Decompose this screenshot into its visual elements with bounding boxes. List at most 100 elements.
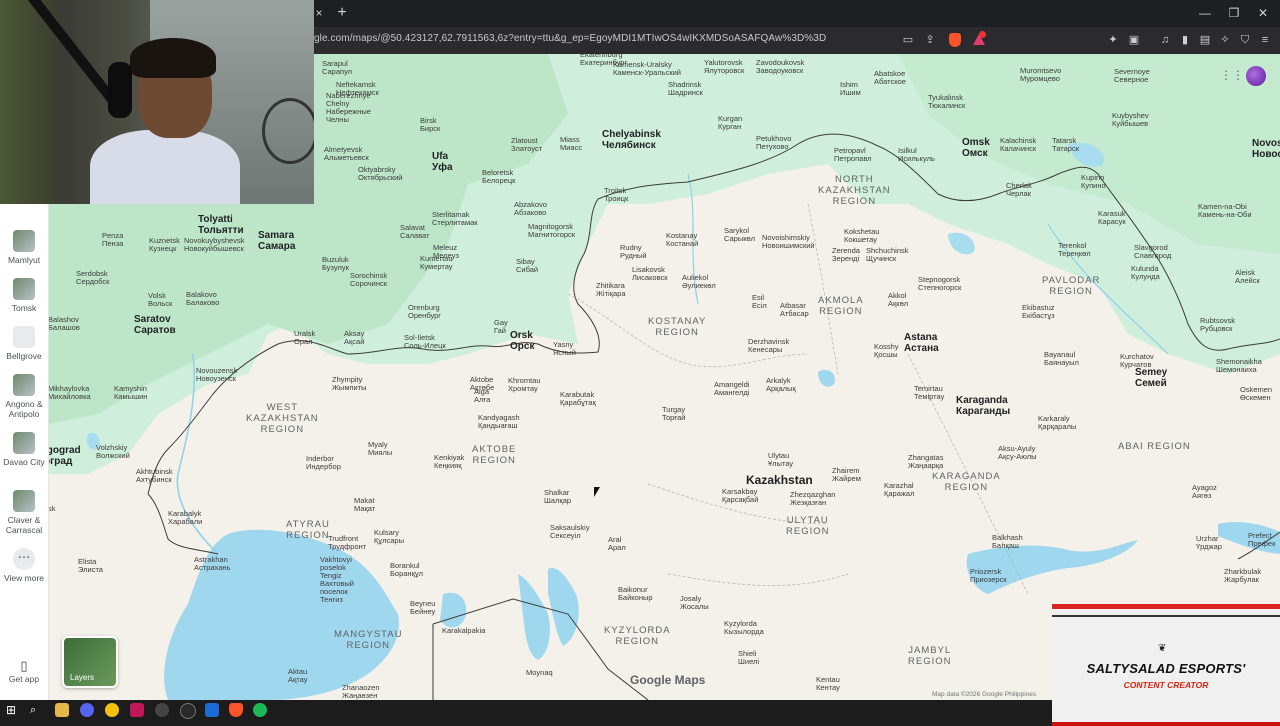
city-label[interactable]: Omsk Омск <box>962 137 990 159</box>
city-label[interactable]: Muromtsevo Муромцево <box>1020 67 1061 83</box>
city-label[interactable]: Aksu-Ayuly Ақсу-Аюлы <box>998 445 1037 461</box>
city-label[interactable]: Zavodoukovsk Заводоуковск <box>756 59 804 75</box>
city-label[interactable]: Yalutorovsk Ялуторовск <box>704 59 744 75</box>
city-label[interactable]: Uralsk Орал <box>294 330 315 346</box>
discord-icon[interactable] <box>80 703 94 717</box>
city-label[interactable]: Saksaulskiy Сексеуіл <box>550 524 590 540</box>
search-icon[interactable]: ⌕ <box>30 703 44 717</box>
city-label[interactable]: Urzhar Үрджар <box>1196 535 1222 551</box>
city-label[interactable]: Turgay Торғай <box>662 406 685 422</box>
city-label[interactable]: Shemonaikha Шемонаиха <box>1216 358 1262 374</box>
city-label[interactable]: Josaly Жосалы <box>680 595 709 611</box>
city-label[interactable]: Abzakovo Абзаково <box>514 201 547 217</box>
city-label[interactable]: Sorochinsk Сорочинск <box>350 272 387 288</box>
city-label[interactable]: Naberezhnye Chelny Набережные Челны <box>326 92 371 124</box>
city-label[interactable]: Chelyabinsk Челябинск <box>602 129 661 151</box>
city-label[interactable]: Astrakhan Астрахань <box>194 556 230 572</box>
steam-icon[interactable] <box>205 703 219 717</box>
city-label[interactable]: Rudny Рудный <box>620 244 647 260</box>
share-icon[interactable]: ⇪ <box>923 33 937 47</box>
city-label[interactable]: Kamyshin Камышин <box>114 385 147 401</box>
sidebar-toggle-icon[interactable]: ▮ <box>1178 33 1192 47</box>
city-label[interactable]: Oskemen Өскемен <box>1240 386 1272 402</box>
city-label[interactable]: Esil Есіл <box>752 294 767 310</box>
city-label[interactable]: Kokshetau Кокшетау <box>844 228 879 244</box>
city-label[interactable]: Ulytau Ұлытау <box>768 452 793 468</box>
city-label[interactable]: Kamen-na-Obi Камень-на-Оби <box>1198 203 1252 219</box>
window-close-button[interactable]: ✕ <box>1254 5 1272 21</box>
city-label[interactable]: Karabutak Қарабұтақ <box>560 391 596 407</box>
city-label[interactable]: Kupino Купино <box>1081 174 1106 190</box>
city-label[interactable]: Ufa Уфа <box>432 151 453 173</box>
spotify-icon[interactable] <box>253 703 267 717</box>
city-label[interactable]: Zlatoust Златоуст <box>511 137 542 153</box>
city-label[interactable]: Sibay Сибай <box>516 258 538 274</box>
new-tab-button[interactable]: + <box>334 4 350 22</box>
sidebar-item-bellgrove[interactable]: Bellgrove <box>0 326 48 361</box>
city-label[interactable]: Myaly Миялы <box>368 441 392 457</box>
avatar[interactable] <box>1246 66 1266 86</box>
city-label[interactable]: Tatarsk Татарск <box>1052 137 1079 153</box>
brave-shields-icon[interactable] <box>949 33 961 47</box>
city-label[interactable]: Sarapul Сарапул <box>322 60 352 76</box>
city-label[interactable]: Severnoye Северное <box>1114 68 1150 84</box>
city-label[interactable]: Kyzylorda Кызылорда <box>724 620 764 636</box>
city-label[interactable]: Aleisk Алейск <box>1235 269 1260 285</box>
city-label[interactable]: Shadrinsk Шадринск <box>668 81 703 97</box>
city-label[interactable]: Makat Мақат <box>354 497 375 513</box>
city-label[interactable]: Sol-Iletsk Соль-Илецк <box>404 334 446 350</box>
city-label[interactable]: Salavat Салават <box>400 224 430 240</box>
city-label[interactable]: Shchuchinsk Щучинск <box>866 247 909 263</box>
city-label[interactable]: Karaganda Караганды <box>956 395 1010 417</box>
file-explorer-icon[interactable] <box>55 703 69 717</box>
city-label[interactable]: Kurgan Курган <box>718 115 742 131</box>
city-label[interactable]: Inderbor Индербор <box>306 455 341 471</box>
city-label[interactable]: Terenkol Тереңкөл <box>1058 242 1091 258</box>
screenshot-icon[interactable]: ▣ <box>1127 33 1141 47</box>
city-label[interactable]: Buzuluk Бузулук <box>322 256 349 272</box>
city-label[interactable]: Penza Пенза <box>102 232 123 248</box>
city-label[interactable]: Rubtsovsk Рубцовск <box>1200 317 1235 333</box>
extensions-icon[interactable]: ✦ <box>1106 33 1120 47</box>
chrome-icon[interactable] <box>105 703 119 717</box>
city-label[interactable]: Novos Новос <box>1252 138 1280 160</box>
cast-icon[interactable]: ▭ <box>901 33 915 47</box>
sidebar-item-mamlyut[interactable]: Mamlyut <box>0 230 48 265</box>
layers-button[interactable]: Layers <box>62 636 118 688</box>
city-label[interactable]: Zhympity Жымпиты <box>332 376 367 392</box>
github-icon[interactable] <box>180 703 196 719</box>
city-label[interactable]: Tyukalinsk Тюкалинск <box>928 94 965 110</box>
url-field[interactable]: gle.com/maps/@50.423127,62.7911563,6z?en… <box>314 33 826 44</box>
city-label[interactable]: Zhairem Жайрем <box>832 467 861 483</box>
city-label[interactable]: Ishim Ишим <box>840 81 861 97</box>
city-label[interactable]: Kamensk-Uralsky Каменск-Уральский <box>613 61 681 77</box>
city-label[interactable]: Karkaraly Қарқаралы <box>1038 415 1076 431</box>
city-label[interactable]: Stepnogorsk Степногорск <box>918 276 961 292</box>
city-label[interactable]: Amangeldi Амангелді <box>714 381 749 397</box>
city-label[interactable]: Troitsk Троицк <box>604 187 628 203</box>
city-label[interactable]: Elista Элиста <box>78 558 103 574</box>
city-label[interactable]: Temirtau Теміртау <box>914 385 944 401</box>
city-label[interactable]: Zharkbulak Жарбулак <box>1224 568 1261 584</box>
media-icon[interactable]: ♫ <box>1158 33 1172 47</box>
wallet-icon[interactable]: ▤ <box>1198 33 1212 47</box>
sidebar-item-tomsk[interactable]: Tomsk <box>0 278 48 313</box>
city-label[interactable]: Sterlitamak Стерлитамак <box>432 211 478 227</box>
city-label[interactable]: Karasuk Карасук <box>1098 210 1126 226</box>
minimize-button[interactable]: — <box>1196 5 1214 21</box>
city-label[interactable]: Zhangatas Жаңаарқа <box>908 454 943 470</box>
city-label[interactable]: Kuybyshev Куйбышев <box>1112 112 1149 128</box>
city-label[interactable]: Baikonur Байконыр <box>618 586 653 602</box>
google-apps-icon[interactable]: ⋮⋮ <box>1220 69 1244 81</box>
city-label[interactable]: Trudfront Трудфронт <box>328 535 366 551</box>
city-label[interactable]: Serdobsk Сердобск <box>76 270 109 286</box>
city-label[interactable]: Shalkar Шалқар <box>544 489 571 505</box>
city-label[interactable]: Karazhal Қаражал <box>884 482 914 498</box>
city-label[interactable]: Kulunda Кулунда <box>1131 265 1160 281</box>
view-more-button[interactable]: ⋯ View more <box>0 548 48 583</box>
brave-browser-icon[interactable] <box>229 703 243 717</box>
leo-ai-icon[interactable]: ✧ <box>1218 33 1232 47</box>
city-label[interactable]: Kosshy Қосшы <box>874 343 899 359</box>
city-label[interactable]: Karsakbay Қарсақбай <box>722 488 758 504</box>
city-label[interactable]: Zhezqazghan Жезқазған <box>790 491 835 507</box>
